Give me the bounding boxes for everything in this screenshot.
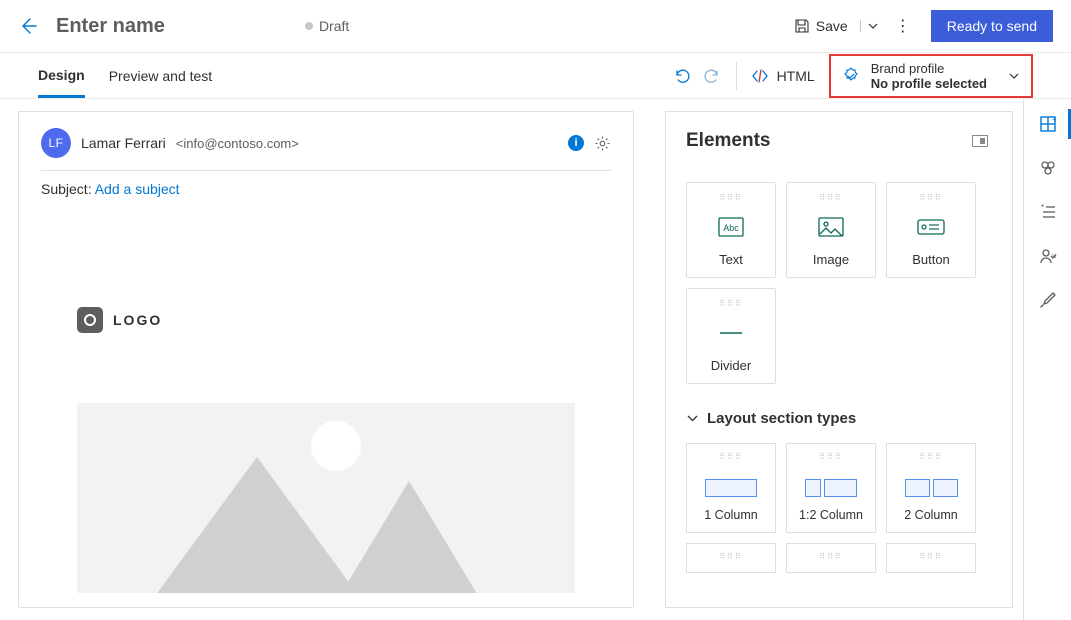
grip-icon: ⠿⠿⠿ <box>719 552 743 561</box>
save-split-chevron[interactable] <box>860 20 879 32</box>
html-toggle-label: HTML <box>777 68 815 84</box>
rail-settings-icon[interactable] <box>1024 159 1071 177</box>
info-icon[interactable]: i <box>568 135 584 151</box>
subject-input[interactable]: Add a subject <box>95 181 180 197</box>
grip-icon: ⠿⠿⠿ <box>919 452 943 461</box>
elements-title: Elements <box>686 130 770 152</box>
undo-icon[interactable] <box>672 67 690 85</box>
logo-icon <box>77 307 103 333</box>
svg-text:Abc: Abc <box>723 223 739 233</box>
rail-person-icon[interactable] <box>1024 247 1071 265</box>
element-label: Button <box>912 252 950 267</box>
chevron-down-icon <box>686 412 699 425</box>
sender-email: <info@contoso.com> <box>176 136 299 151</box>
element-label: Image <box>813 252 849 267</box>
layout-label: 1 Column <box>704 508 758 522</box>
top-header: Enter name Draft Save ⋮ Ready to send <box>0 0 1071 53</box>
elements-column: Elements ⠿⠿⠿ Abc Text ⠿⠿⠿ Image <box>653 99 1023 620</box>
divider <box>736 62 737 90</box>
back-icon[interactable] <box>18 16 38 36</box>
svg-text:*: * <box>1041 203 1044 212</box>
image-placeholder[interactable] <box>77 403 575 593</box>
sender-name: Lamar Ferrari <box>81 135 166 151</box>
element-divider[interactable]: ⠿⠿⠿ Divider <box>686 288 776 384</box>
grip-icon: ⠿⠿⠿ <box>819 552 843 561</box>
workarea: LF Lamar Ferrari <info@contoso.com> i Su… <box>0 99 1071 620</box>
layout-section-title: Layout section types <box>707 410 856 427</box>
status-badge: Draft <box>305 18 349 34</box>
divider-icon <box>718 320 744 346</box>
subject-label: Subject: <box>41 181 92 197</box>
canvas-column: LF Lamar Ferrari <info@contoso.com> i Su… <box>0 99 653 620</box>
status-dot-icon <box>305 22 313 30</box>
logo-block[interactable]: LOGO <box>77 307 611 333</box>
save-button[interactable]: Save <box>794 18 879 34</box>
rail-brush-icon[interactable] <box>1024 291 1071 309</box>
grip-icon: ⠿⠿⠿ <box>719 299 743 308</box>
element-text[interactable]: ⠿⠿⠿ Abc Text <box>686 182 776 278</box>
email-canvas[interactable]: LF Lamar Ferrari <info@contoso.com> i Su… <box>18 111 634 608</box>
layout-1-column[interactable]: ⠿⠿⠿ 1 Column <box>686 443 776 533</box>
rosette-icon <box>841 66 861 86</box>
status-label: Draft <box>319 18 349 34</box>
grip-icon: ⠿⠿⠿ <box>719 452 743 461</box>
brand-profile-label: Brand profile <box>871 61 987 76</box>
layout-section-header[interactable]: Layout section types <box>686 410 988 427</box>
element-image[interactable]: ⠿⠿⠿ Image <box>786 182 876 278</box>
sender-row: LF Lamar Ferrari <info@contoso.com> i <box>41 128 611 171</box>
rail-list-icon[interactable]: * <box>1024 203 1071 221</box>
chevron-down-icon <box>1007 69 1021 83</box>
rail-elements-icon[interactable]: + <box>1024 115 1071 133</box>
subject-row: Subject: Add a subject <box>41 171 611 197</box>
grip-icon: ⠿⠿⠿ <box>719 193 743 202</box>
layout-more[interactable]: ⠿⠿⠿ <box>886 543 976 573</box>
grip-icon: ⠿⠿⠿ <box>819 193 843 202</box>
layout-1-2-column[interactable]: ⠿⠿⠿ 1:2 Column <box>786 443 876 533</box>
layout-more[interactable]: ⠿⠿⠿ <box>686 543 776 573</box>
tab-design[interactable]: Design <box>38 55 85 98</box>
more-menu-button[interactable]: ⋮ <box>889 16 917 36</box>
redo-icon[interactable] <box>704 67 722 85</box>
elements-panel: Elements ⠿⠿⠿ Abc Text ⠿⠿⠿ Image <box>665 111 1013 608</box>
grip-icon: ⠿⠿⠿ <box>919 193 943 202</box>
element-button[interactable]: ⠿⠿⠿ Button <box>886 182 976 278</box>
avatar: LF <box>41 128 71 158</box>
tab-preview[interactable]: Preview and test <box>109 56 213 96</box>
layout-label: 2 Column <box>904 508 958 522</box>
tab-bar: Design Preview and test HTML Brand profi… <box>0 53 1071 99</box>
page-title-input[interactable]: Enter name <box>56 15 165 38</box>
grip-icon: ⠿⠿⠿ <box>819 452 843 461</box>
code-icon <box>751 67 769 85</box>
brand-profile-value: No profile selected <box>871 76 987 91</box>
elements-grid: ⠿⠿⠿ Abc Text ⠿⠿⠿ Image ⠿⠿⠿ <box>686 182 988 384</box>
html-toggle[interactable]: HTML <box>751 67 815 85</box>
grip-icon: ⠿⠿⠿ <box>919 552 943 561</box>
expand-panel-icon[interactable] <box>972 135 988 147</box>
text-icon: Abc <box>718 214 744 240</box>
image-icon <box>818 214 844 240</box>
sun-icon <box>311 421 361 471</box>
element-label: Text <box>719 252 743 267</box>
side-rail: + * <box>1023 99 1071 620</box>
mountain-icon <box>333 481 485 593</box>
svg-text:+: + <box>1052 115 1057 124</box>
button-icon <box>917 214 945 240</box>
layout-grid: ⠿⠿⠿ 1 Column ⠿⠿⠿ 1:2 Column ⠿⠿⠿ 2 Column… <box>686 443 988 573</box>
brand-profile-dropdown[interactable]: Brand profile No profile selected <box>829 54 1033 98</box>
element-label: Divider <box>711 358 751 373</box>
gear-icon[interactable] <box>594 135 611 152</box>
layout-label: 1:2 Column <box>799 508 863 522</box>
ready-to-send-button[interactable]: Ready to send <box>931 10 1053 42</box>
logo-text: LOGO <box>113 312 162 328</box>
save-icon <box>794 18 810 34</box>
layout-more[interactable]: ⠿⠿⠿ <box>786 543 876 573</box>
save-label: Save <box>816 18 848 34</box>
layout-2-column[interactable]: ⠿⠿⠿ 2 Column <box>886 443 976 533</box>
